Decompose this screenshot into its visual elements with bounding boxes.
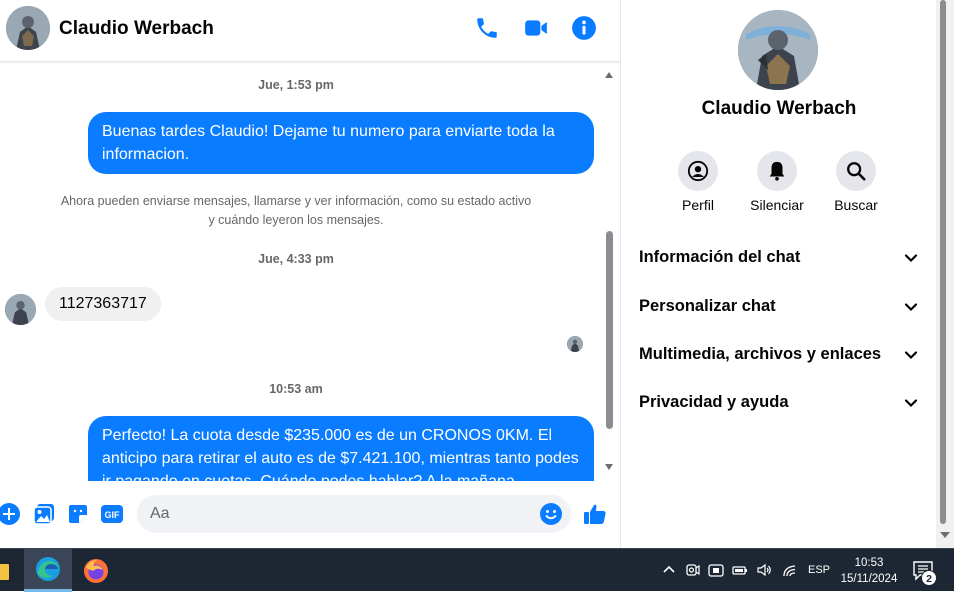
screen-capture-icon[interactable] xyxy=(707,561,725,579)
chevron-down-icon xyxy=(904,399,918,408)
chevron-down-icon xyxy=(904,303,918,312)
mute-button[interactable]: Silenciar xyxy=(737,151,817,213)
message-list[interactable]: Jue, 1:53 pm Buenas tardes Claudio! Deja… xyxy=(0,63,603,481)
phone-icon[interactable] xyxy=(474,15,500,41)
page-scroll-down-arrow[interactable] xyxy=(940,532,950,538)
outgoing-message[interactable]: Buenas tardes Claudio! Dejame tu numero … xyxy=(88,112,594,174)
section-label: Información del chat xyxy=(639,248,801,266)
profile-icon xyxy=(678,151,718,191)
system-notice: Ahora pueden enviarse mensajes, llamarse… xyxy=(60,194,532,227)
clock-date: 15/11/2024 xyxy=(840,573,898,585)
section-chat-info[interactable]: Información del chat xyxy=(639,243,919,273)
add-icon[interactable] xyxy=(0,502,21,526)
mute-label: Silenciar xyxy=(750,197,804,213)
sticker-icon[interactable] xyxy=(66,502,90,526)
info-icon[interactable] xyxy=(571,15,597,41)
notification-count: 2 xyxy=(921,570,937,586)
chat-header: Claudio Werbach xyxy=(0,0,620,62)
search-button[interactable]: Buscar xyxy=(816,151,896,213)
timestamp: Jue, 1:53 pm xyxy=(258,78,334,92)
system-clock[interactable]: 10:53 15/11/2024 xyxy=(836,555,902,587)
clock-time: 10:53 xyxy=(854,557,884,569)
section-media-files[interactable]: Multimedia, archivos y enlaces xyxy=(639,340,919,370)
section-label: Personalizar chat xyxy=(639,297,776,315)
chevron-down-icon xyxy=(904,254,918,263)
search-label: Buscar xyxy=(834,197,878,213)
page-scroll-thumb[interactable] xyxy=(940,0,946,524)
like-icon[interactable] xyxy=(583,502,607,526)
section-label: Privacidad y ayuda xyxy=(639,393,789,411)
windows-taskbar: ESP 10:53 15/11/2024 2 xyxy=(0,548,954,592)
chevron-up-icon[interactable] xyxy=(660,561,678,579)
sender-avatar xyxy=(5,294,36,325)
image-icon[interactable] xyxy=(32,502,56,526)
scroll-down-arrow[interactable] xyxy=(605,464,613,470)
search-icon xyxy=(836,151,876,191)
info-panel: Claudio Werbach Perfil Silenciar Buscar … xyxy=(620,0,936,548)
gif-icon[interactable]: GIF xyxy=(100,502,124,526)
chevron-down-icon xyxy=(904,351,918,360)
chat-scrollbar[interactable] xyxy=(603,66,616,478)
svg-text:GIF: GIF xyxy=(105,510,121,520)
scroll-up-arrow[interactable] xyxy=(605,72,613,78)
page-scrollbar[interactable] xyxy=(936,0,954,548)
contact-avatar[interactable] xyxy=(6,6,50,50)
profile-label: Perfil xyxy=(682,197,714,213)
battery-icon[interactable] xyxy=(731,561,749,579)
scroll-thumb[interactable] xyxy=(606,231,613,429)
volume-icon[interactable] xyxy=(755,561,773,579)
wifi-icon[interactable] xyxy=(781,561,799,579)
profile-button[interactable]: Perfil xyxy=(658,151,738,213)
explorer-icon[interactable] xyxy=(0,549,22,592)
bell-icon xyxy=(757,151,797,191)
info-contact-name: Claudio Werbach xyxy=(701,98,857,119)
message-input[interactable] xyxy=(137,495,571,533)
read-receipt-avatar xyxy=(567,336,583,352)
composer: GIF xyxy=(0,481,620,548)
timestamp: Jue, 4:33 pm xyxy=(258,252,334,266)
edge-icon[interactable] xyxy=(24,549,72,592)
timestamp: 10:53 am xyxy=(269,382,323,396)
incoming-message[interactable]: 1127363717 xyxy=(45,287,161,321)
contact-name[interactable]: Claudio Werbach xyxy=(59,18,214,40)
section-label: Multimedia, archivos y enlaces xyxy=(639,345,882,363)
section-privacy-help[interactable]: Privacidad y ayuda xyxy=(639,388,919,418)
meet-now-icon[interactable] xyxy=(684,561,702,579)
section-customize-chat[interactable]: Personalizar chat xyxy=(639,292,919,322)
messenger-window: Claudio Werbach Jue, 1:53 pm Buenas tard… xyxy=(0,0,954,548)
outgoing-message[interactable]: Perfecto! La cuota desde $235.000 es de … xyxy=(88,416,594,481)
info-avatar[interactable] xyxy=(738,10,818,90)
firefox-icon[interactable] xyxy=(72,549,120,592)
emoji-icon[interactable] xyxy=(539,502,563,526)
chat-pane: Claudio Werbach Jue, 1:53 pm Buenas tard… xyxy=(0,0,620,548)
video-call-icon[interactable] xyxy=(523,15,549,41)
language-indicator[interactable]: ESP xyxy=(808,564,830,576)
